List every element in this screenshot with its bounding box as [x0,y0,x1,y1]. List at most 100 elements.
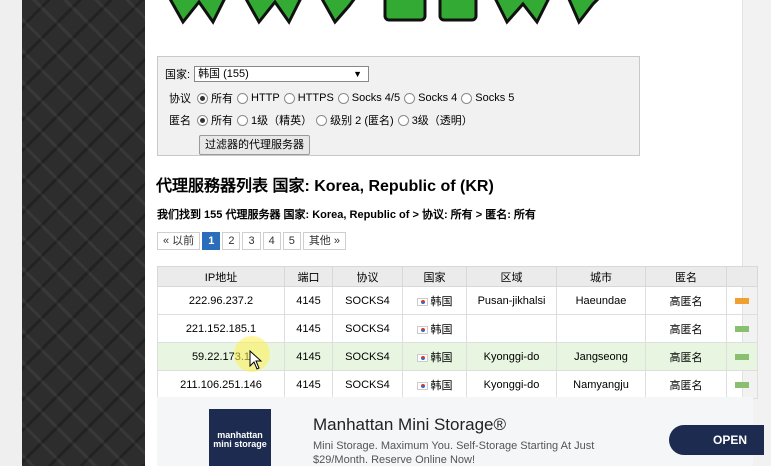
country-row: 国家: 韩国 (155) ▼ [165,66,370,82]
radio-icon [337,92,349,104]
cell-speed [726,314,758,343]
chevron-down-icon: ▼ [353,69,363,79]
protocol-radio-socks45[interactable]: Socks 4/5 [337,92,400,104]
cell-country: 韩国 [402,370,467,399]
filter-submit-button[interactable]: 过滤器的代理服务器 [199,135,310,155]
cell-anonymity: 高匿名 [645,286,727,315]
column-header-port[interactable]: 端口 [284,266,333,287]
speed-bar [735,353,749,360]
radio-icon [237,114,248,126]
cell-protocol: SOCKS4 [332,286,403,315]
anonymity-radio-all[interactable]: 所有 [197,112,233,128]
country-select-value: 韩国 (155) [198,68,249,80]
cell-country: 韩国 [402,314,467,343]
cell-country: 韩国 [402,342,467,371]
column-header-region[interactable]: 区域 [466,266,557,287]
protocol-radio-socks4[interactable]: Socks 4 [404,92,457,104]
breadcrumb: 我们找到 155 代理服务器 国家: Korea, Republic of > … [157,209,536,221]
cell-speed [726,342,758,371]
anonymity-radio-transparent[interactable]: 3级（透明） [397,112,473,128]
speed-bar [735,325,749,332]
cell-region [466,314,557,343]
column-header-speed [726,266,758,287]
cell-protocol: SOCKS4 [332,370,403,399]
cell-protocol: SOCKS4 [332,314,403,343]
table-header-row: IP地址 端口 协议 国家 区域 城市 匿名 [157,266,758,287]
pagination-page-1[interactable]: 1 [202,232,221,250]
protocol-radio-all[interactable]: 所有 [197,90,233,106]
table-row[interactable]: 211.106.251.146 4145 SOCKS4 韩国 Kyonggi-d… [157,370,758,399]
column-header-ip[interactable]: IP地址 [157,266,285,287]
left-margin [0,0,22,466]
column-header-anonymity[interactable]: 匿名 [645,266,727,287]
cell-region: Kyonggi-do [466,342,557,371]
column-header-city[interactable]: 城市 [556,266,646,287]
speed-bar [735,381,749,388]
cell-city: Haeundae [556,286,646,315]
anonymity-row: 匿名 所有 1级（精英） 级别 2 (匿名) 3级（透明） [165,112,477,128]
pagination-page-3[interactable]: 3 [242,232,261,250]
cell-country-text: 韩国 [430,351,453,364]
anonymity-label: 匿名 [169,115,191,127]
cell-region: Pusan-jikhalsi [466,286,557,315]
country-select[interactable]: 韩国 (155) ▼ [194,66,370,82]
cell-port: 4145 [284,286,333,315]
speed-bar [735,297,749,304]
ad-logo: manhattan mini storage [209,409,271,466]
pagination-prev[interactable]: « 以前 [157,232,201,250]
pagination-next[interactable]: 其他 » [302,232,346,250]
radio-icon [197,92,208,104]
cell-country-text: 韩国 [430,379,453,392]
cell-city: Namyangju [556,370,646,399]
radio-icon [404,92,416,104]
proxy-table: IP地址 端口 协议 国家 区域 城市 匿名 222.96.237.2 4145… [157,266,758,399]
cell-protocol: SOCKS4 [332,342,403,371]
cell-city: Jangseong [556,342,646,371]
korea-flag-icon [416,381,428,390]
ad-logo-line2: mini storage [213,439,267,449]
cell-speed [726,370,758,399]
pagination-page-2[interactable]: 2 [222,232,241,250]
ad-title[interactable]: Manhattan Mini Storage® [313,415,506,435]
protocol-label: 协议 [169,93,191,105]
page: 国家: 韩国 (155) ▼ 协议 所有 HTTP HTTPS Socks 4/… [0,0,771,466]
radio-icon [397,114,409,126]
pagination: « 以前 1 2 3 4 5 其他 » [157,232,348,250]
protocol-radio-socks5[interactable]: Socks 5 [461,92,514,104]
cell-ip: 211.106.251.146 [157,370,285,399]
korea-flag-icon [416,325,428,334]
cell-anonymity: 高匿名 [645,342,727,371]
cell-port: 4145 [284,370,333,399]
radio-icon [237,92,248,104]
cell-anonymity: 高匿名 [645,314,727,343]
anonymity-radio-elite[interactable]: 1级（精英） [237,112,312,128]
ad-description: Mini Storage. Maximum You. Self-Storage … [313,440,595,466]
protocol-radio-http[interactable]: HTTP [237,92,280,104]
table-row[interactable]: 222.96.237.2 4145 SOCKS4 韩国 Pusan-jikhal… [157,286,758,315]
page-title: 代理服務器列表 国家: Korea, Republic of (KR) [156,178,494,195]
protocol-radio-https[interactable]: HTTPS [283,92,334,104]
ad-open-button[interactable]: OPEN [669,425,764,455]
cell-port: 4145 [284,314,333,343]
radio-icon [461,92,473,104]
cell-anonymity: 高匿名 [645,370,727,399]
cell-ip: 222.96.237.2 [157,286,285,315]
cell-ip: 221.152.185.1 [157,314,285,343]
ad-banner[interactable]: manhattan mini storage Manhattan Mini St… [157,397,764,466]
pagination-page-5[interactable]: 5 [282,232,301,250]
column-header-country[interactable]: 国家 [402,266,467,287]
cell-country-text: 韩国 [430,295,453,308]
cell-region: Kyonggi-do [466,370,557,399]
radio-icon [283,92,295,104]
anonymity-radio-anonymous[interactable]: 级别 2 (匿名) [316,112,394,128]
pagination-page-4[interactable]: 4 [262,232,281,250]
column-header-protocol[interactable]: 协议 [332,266,403,287]
protocol-row: 协议 所有 HTTP HTTPS Socks 4/5 Socks 4 Socks… [165,90,518,106]
cell-speed [726,286,758,315]
cell-port: 4145 [284,342,333,371]
korea-flag-icon [416,353,428,362]
radio-icon [197,114,208,126]
cell-country: 韩国 [402,286,467,315]
radio-icon [316,114,328,126]
site-logo-graphic [155,0,615,26]
